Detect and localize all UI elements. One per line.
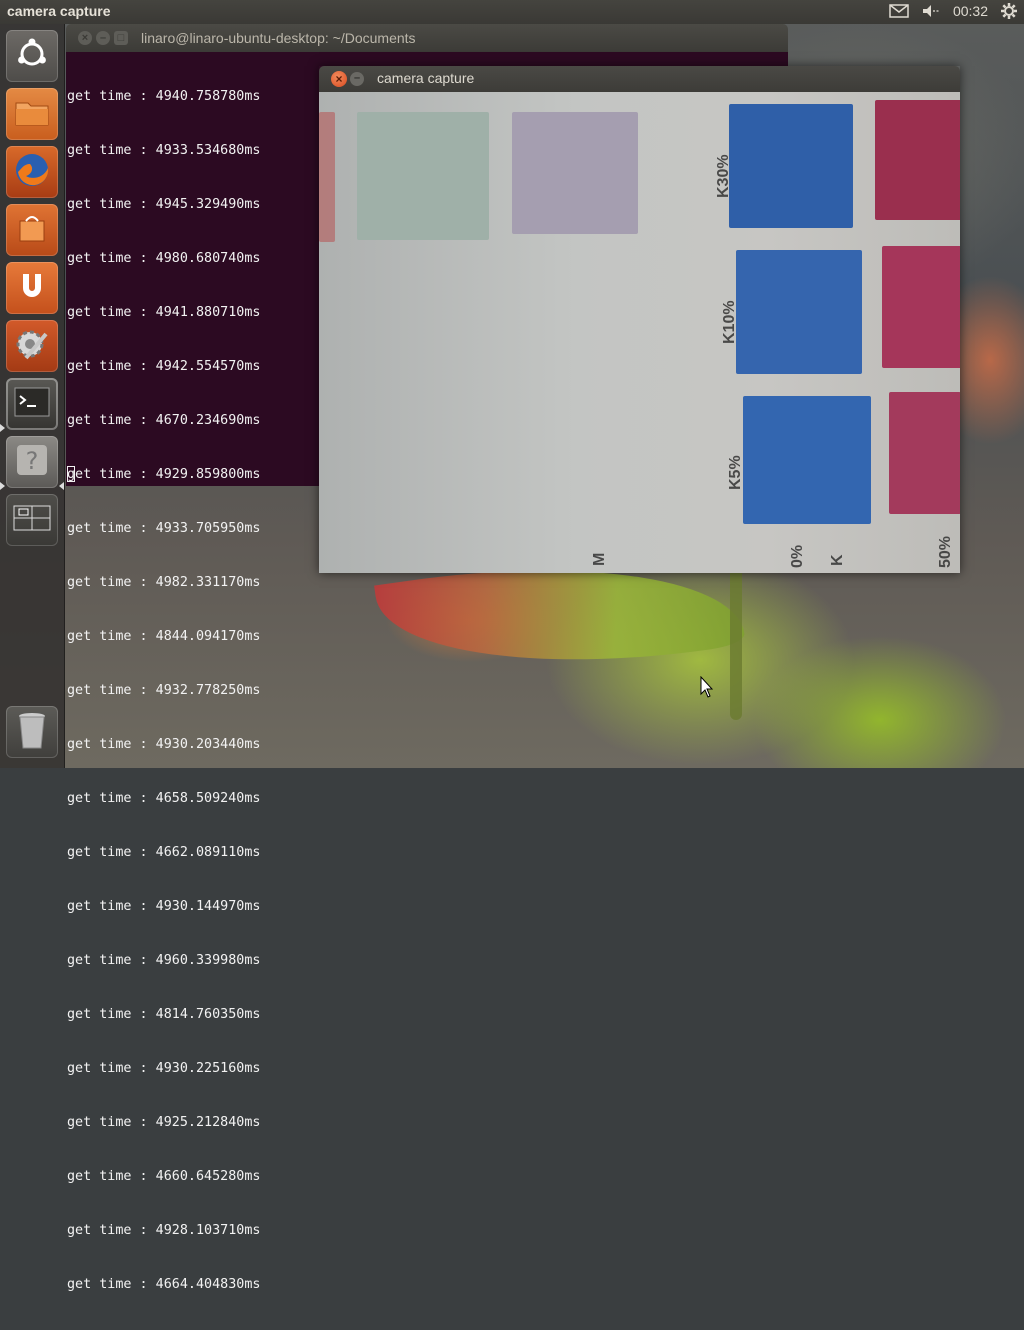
swatch-label: K5%	[727, 455, 744, 490]
terminal-line: get time : 4929.859800ms	[67, 467, 261, 482]
terminal-line: get time : 4930.225160ms	[67, 1061, 261, 1076]
ubuntu-logo-icon	[15, 37, 49, 76]
terminal-titlebar[interactable]: × – □ linaro@linaro-ubuntu-desktop: ~/Do…	[66, 24, 788, 52]
launcher-trash-button[interactable]	[6, 706, 58, 758]
terminal-line: get time : 4664.404830ms	[67, 1277, 261, 1292]
launcher-system-settings-button[interactable]	[6, 320, 58, 372]
color-swatch	[736, 250, 862, 374]
color-swatch	[875, 100, 960, 220]
terminal-line: get time : 4932.778250ms	[67, 683, 261, 698]
shopping-bag-icon	[15, 211, 49, 250]
terminal-close-button[interactable]: ×	[78, 31, 92, 45]
launcher: ?	[0, 24, 65, 768]
swatch-label: K10%	[721, 300, 738, 344]
top-panel: camera capture 00:32	[0, 0, 1024, 24]
terminal-line: get time : 4658.509240ms	[67, 791, 261, 806]
launcher-firefox-button[interactable]	[6, 146, 58, 198]
trash-icon	[17, 710, 47, 755]
color-swatch	[729, 104, 853, 228]
clock[interactable]: 00:32	[953, 3, 988, 19]
running-indicator	[0, 482, 5, 490]
swatch-label: M	[591, 552, 608, 566]
terminal-icon	[14, 387, 50, 422]
terminal-line: get time : 4940.758780ms	[67, 89, 261, 104]
settings-gear-icon[interactable]	[1000, 2, 1018, 20]
ubuntu-one-icon	[15, 269, 49, 308]
terminal-line: get time : 4933.705950ms	[67, 521, 261, 536]
camera-window-title: camera capture	[377, 70, 475, 86]
camera-capture-window: × – camera capture K30% K10% K5% 0% 50% …	[319, 66, 960, 573]
terminal-maximize-button[interactable]: □	[114, 31, 128, 45]
terminal-line: get time : 4670.234690ms	[67, 413, 261, 428]
camera-minimize-button[interactable]: –	[350, 72, 364, 86]
terminal-line: get time : 4980.680740ms	[67, 251, 261, 266]
terminal-line: get time : 4662.089110ms	[67, 845, 261, 860]
terminal-line: get time : 4814.760350ms	[67, 1007, 261, 1022]
terminal-title: linaro@linaro-ubuntu-desktop: ~/Document…	[141, 30, 416, 46]
active-window-title: camera capture	[7, 3, 111, 19]
wallpaper-stem	[730, 560, 742, 720]
mail-icon[interactable]	[889, 4, 909, 18]
swatch-label: 50%	[937, 535, 954, 568]
swatch-label: 0%	[789, 544, 806, 568]
terminal-line: get time : 4942.554570ms	[67, 359, 261, 374]
svg-text:?: ?	[26, 447, 39, 475]
color-swatch	[882, 246, 960, 368]
terminal-line: get time : 4930.144970ms	[67, 899, 261, 914]
terminal-line: get time : 4945.329490ms	[67, 197, 261, 212]
swatch-label: K	[829, 554, 846, 566]
terminal-cursor	[67, 466, 75, 482]
camera-titlebar[interactable]: × – camera capture	[319, 66, 960, 92]
launcher-terminal-button[interactable]	[6, 378, 58, 430]
system-tray: 00:32	[889, 2, 1018, 20]
launcher-ubuntu-one-button[interactable]	[6, 262, 58, 314]
running-indicator	[0, 424, 5, 432]
terminal-line: get time : 4928.103710ms	[67, 1223, 261, 1238]
swatch-label: K30%	[715, 154, 732, 198]
launcher-help-button[interactable]: ?	[6, 436, 58, 488]
launcher-software-center-button[interactable]	[6, 204, 58, 256]
launcher-dash-button[interactable]	[6, 30, 58, 82]
camera-close-button[interactable]: ×	[331, 71, 347, 87]
terminal-line: get time : 4960.339980ms	[67, 953, 261, 968]
help-icon: ?	[14, 442, 50, 483]
workspace-icon	[13, 505, 51, 536]
launcher-files-button[interactable]	[6, 88, 58, 140]
terminal-line: get time : 4930.203440ms	[67, 737, 261, 752]
terminal-line: get time : 4844.094170ms	[67, 629, 261, 644]
color-swatch	[319, 112, 335, 242]
folder-icon	[14, 97, 50, 132]
terminal-line: get time : 4941.880710ms	[67, 305, 261, 320]
settings-tools-icon	[12, 324, 52, 369]
mouse-pointer-icon	[700, 675, 714, 703]
color-swatch	[889, 392, 960, 514]
active-indicator	[59, 482, 64, 490]
terminal-output: get time : 4940.758780ms get time : 4933…	[67, 52, 260, 1330]
color-swatch	[512, 112, 638, 234]
terminal-line: get time : 4925.212840ms	[67, 1115, 261, 1130]
color-swatch	[743, 396, 871, 524]
firefox-icon	[12, 150, 52, 195]
launcher-workspace-button[interactable]	[6, 494, 58, 546]
terminal-line: get time : 4982.331170ms	[67, 575, 261, 590]
terminal-line: get time : 4933.534680ms	[67, 143, 261, 158]
volume-icon[interactable]	[921, 4, 941, 18]
terminal-line: get time : 4660.645280ms	[67, 1169, 261, 1184]
color-swatch	[357, 112, 489, 240]
camera-preview: K30% K10% K5% 0% 50% M K	[319, 92, 960, 573]
terminal-minimize-button[interactable]: –	[96, 31, 110, 45]
